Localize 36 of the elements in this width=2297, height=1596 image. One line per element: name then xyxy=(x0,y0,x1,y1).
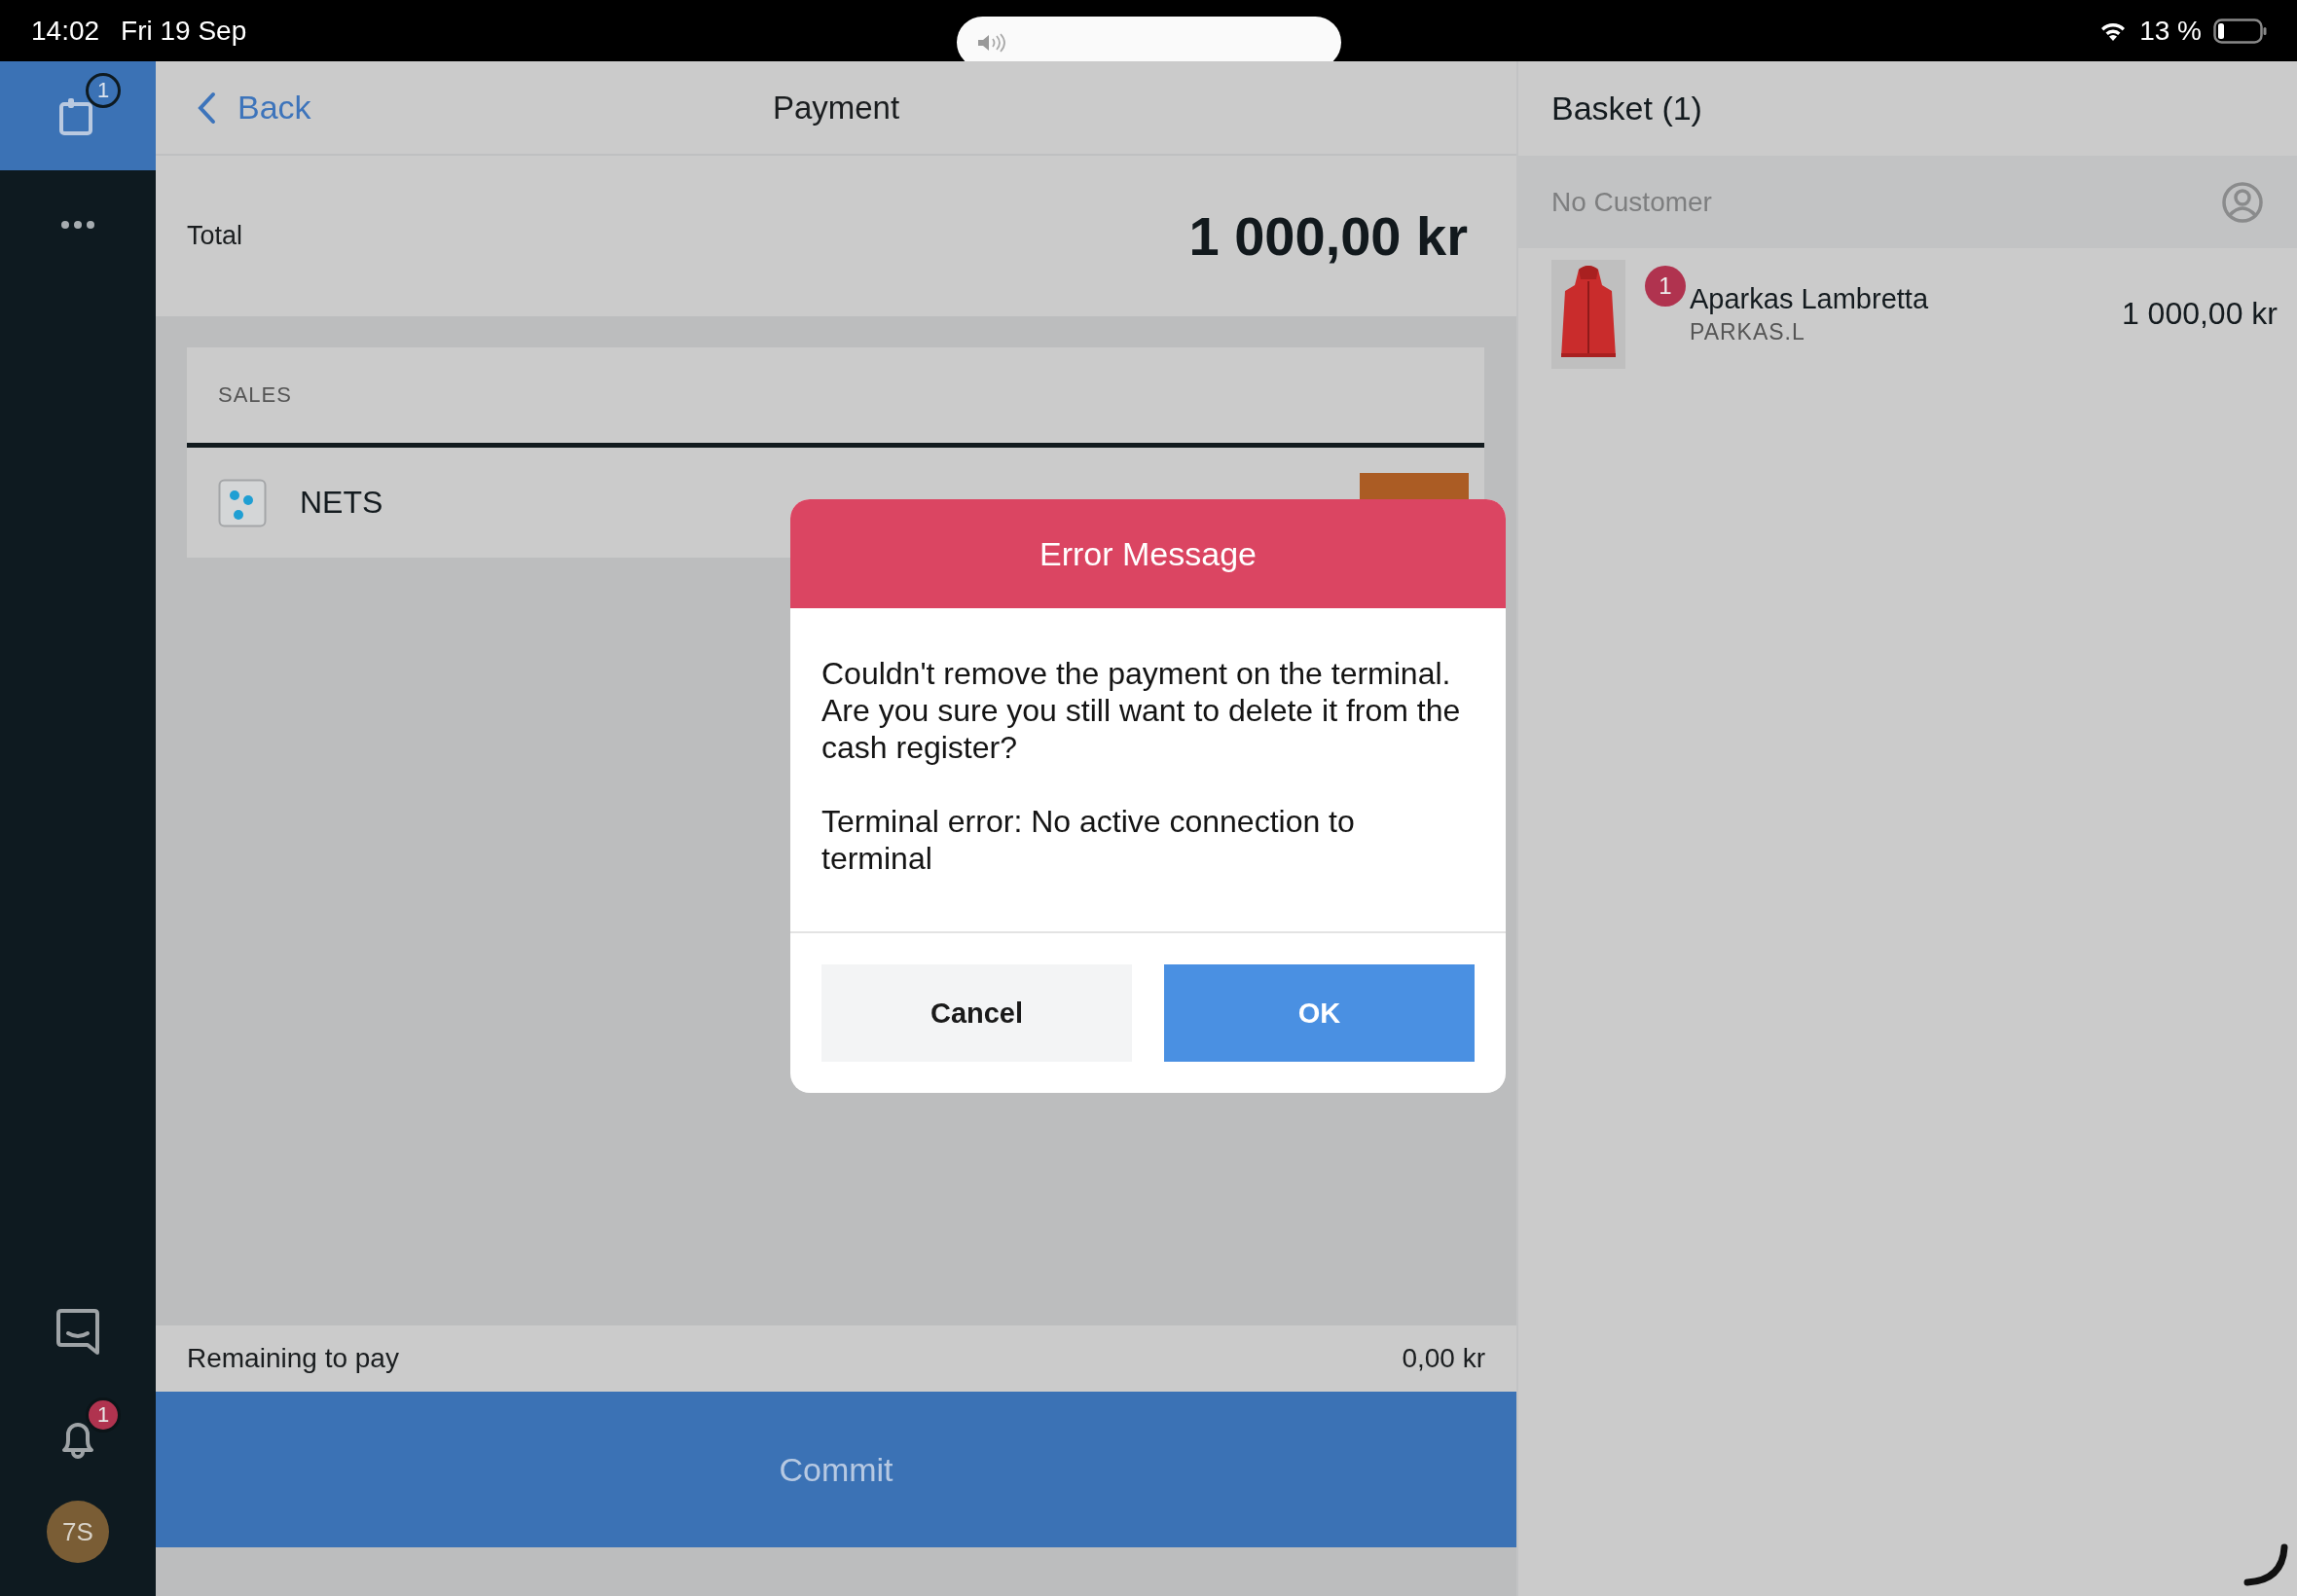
confirm-button[interactable]: OK xyxy=(1164,964,1475,1062)
section-heading: SALES xyxy=(218,382,292,408)
battery-percent: 13 % xyxy=(2139,15,2202,47)
product-sku: PARKAS.L xyxy=(1690,318,1806,345)
status-date: Fri 19 Sep xyxy=(121,15,247,47)
status-time: 14:02 xyxy=(31,15,100,47)
dialog-message: Couldn't remove the payment on the terminal. Are you sure you still want to delete it from the cash register? xyxy=(821,655,1462,766)
remaining-label: Remaining to pay xyxy=(187,1343,399,1374)
user-avatar[interactable]: 7S xyxy=(47,1501,109,1563)
page-title: Payment xyxy=(772,89,900,127)
user-icon xyxy=(2221,180,2264,224)
commit-button[interactable]: Commit xyxy=(156,1392,1516,1547)
total-label: Total xyxy=(187,221,243,251)
product-price: 1 000,00 kr xyxy=(2121,296,2278,332)
customer-label: No Customer xyxy=(1551,186,1712,218)
count-badge: 1 xyxy=(86,1397,121,1433)
basket-title: Basket (1) xyxy=(1551,90,1702,127)
more-icon xyxy=(60,220,95,230)
count-badge: 1 xyxy=(86,73,121,108)
basket-item[interactable]: 1 Aparkas Lambretta PARKAS.L 1 000,00 kr xyxy=(1518,248,2297,380)
terminal-logo-icon xyxy=(218,478,267,527)
payment-name: NETS xyxy=(300,485,384,521)
remaining-amount: 0,00 kr xyxy=(1402,1343,1485,1374)
product-name: Aparkas Lambretta xyxy=(1690,282,1929,315)
dialog-title: Error Message xyxy=(1039,534,1257,573)
battery-icon xyxy=(2213,18,2268,44)
dialog-message: Terminal error: No active connection to terminal xyxy=(821,803,1356,877)
back-button[interactable]: Back xyxy=(197,89,311,127)
cancel-button[interactable]: Cancel xyxy=(821,964,1132,1062)
sidebar-item[interactable]: 1 xyxy=(0,1386,156,1493)
customer-row[interactable]: No Customer xyxy=(1518,156,2297,248)
total-amount: 1 000,00 kr xyxy=(1188,204,1468,268)
chevron-left-icon xyxy=(197,91,216,125)
sidebar-item[interactable]: 1 xyxy=(0,61,156,170)
chat-icon xyxy=(55,1308,101,1357)
quantity-badge: 1 xyxy=(1645,266,1686,307)
